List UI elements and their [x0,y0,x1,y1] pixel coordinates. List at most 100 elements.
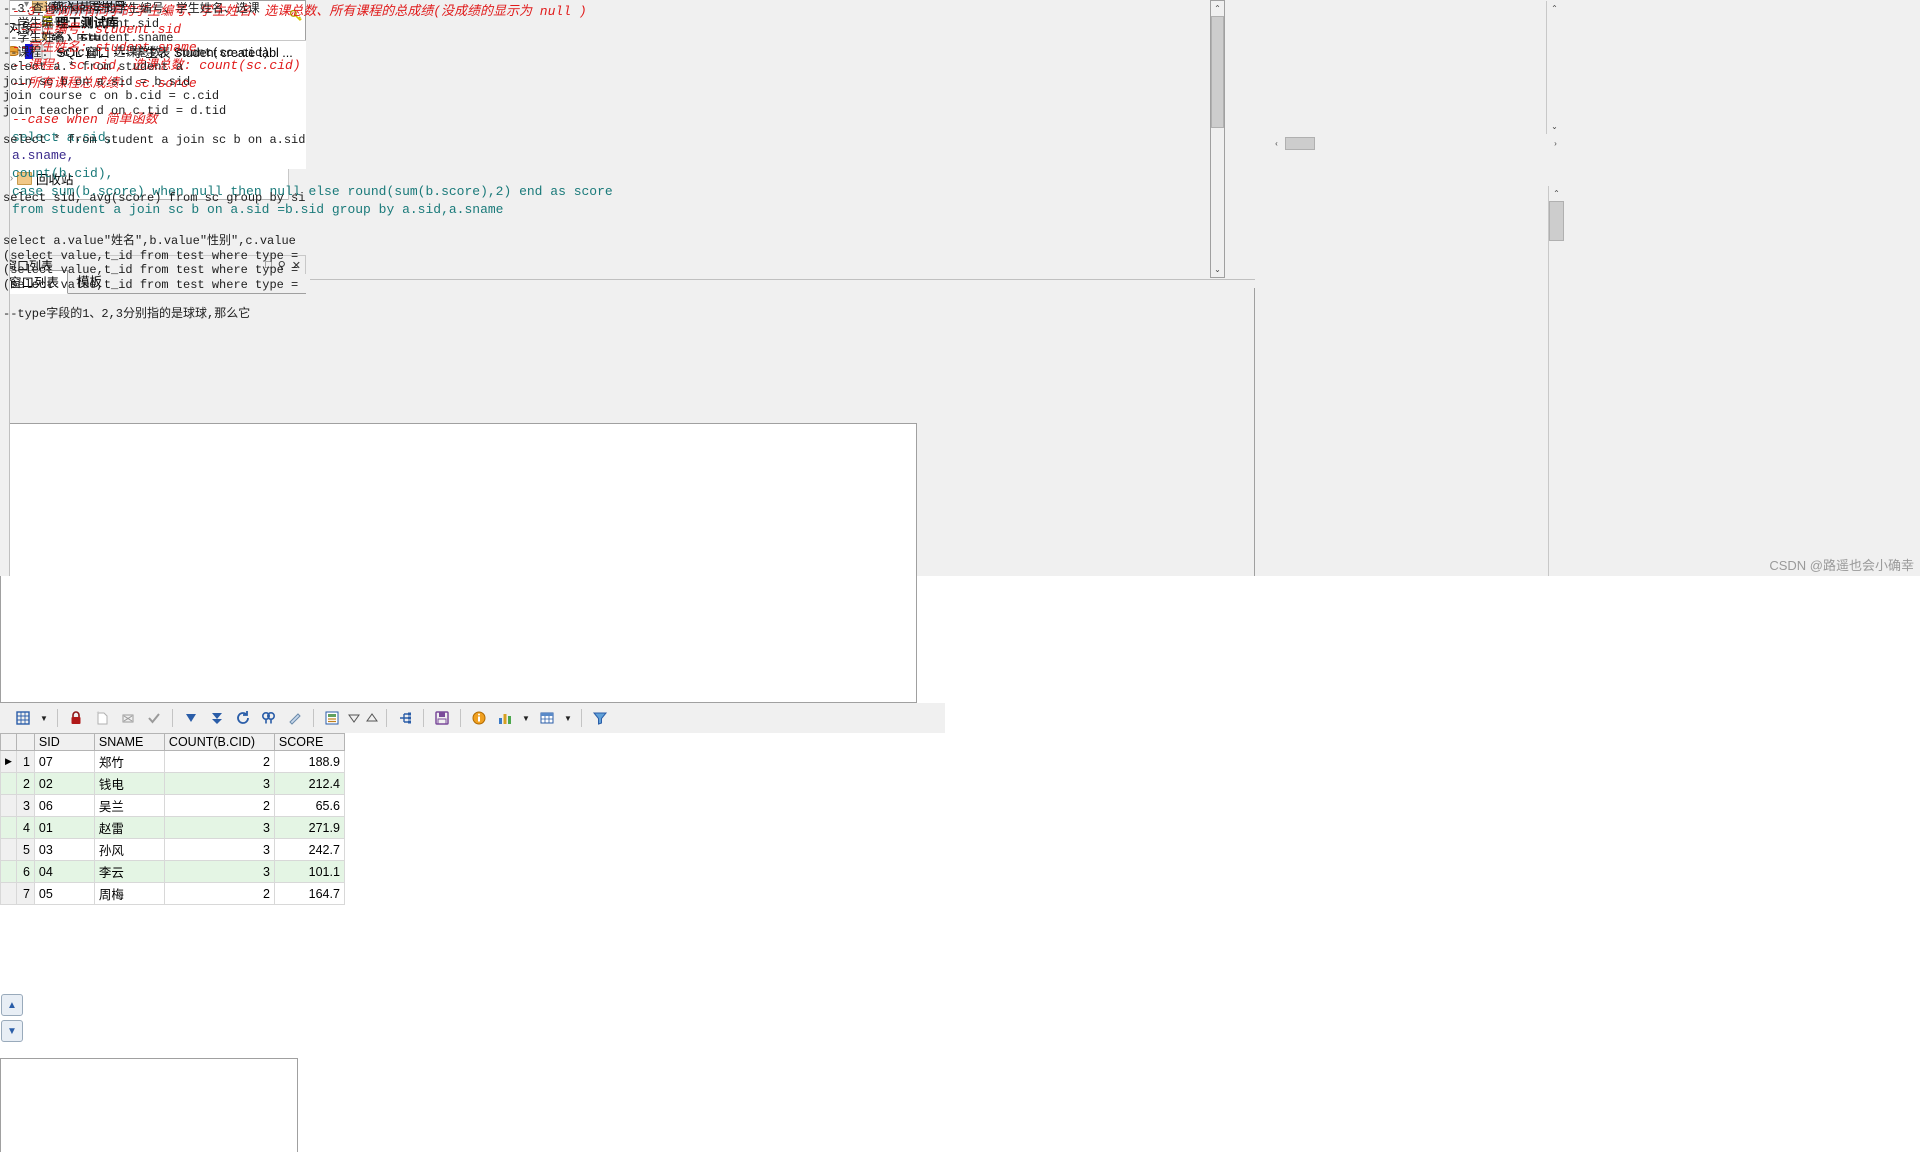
history-line: select * from student a join sc b on a.s… [3,132,306,147]
table-row[interactable]: ▶ 1 07 郑竹 2 188.9 [0,750,345,773]
cell-sid[interactable]: 07 [33,750,95,773]
table-row[interactable]: 5 03 孙风 3 242.7 [0,838,345,861]
document-preview-panel[interactable] [0,1058,298,1152]
results-table-body[interactable]: ▶ 1 07 郑竹 2 188.9 2 02 钱电 3 212.4 3 06 吴… [0,750,345,905]
cell-sid[interactable]: 01 [33,816,95,839]
row-marker [0,816,17,839]
grid-view-icon[interactable] [10,705,36,731]
dropdown-arrow-icon[interactable]: ▼ [36,705,52,731]
down-arrow-icon[interactable]: ▼ [1,1020,23,1042]
cell-score[interactable]: 188.9 [273,750,345,773]
scrollbar-thumb[interactable] [1549,201,1564,241]
cell-sid[interactable]: 02 [33,772,95,795]
chart-dropdown-icon[interactable]: ▼ [518,705,534,731]
cell-sid[interactable]: 04 [33,860,95,883]
save-icon[interactable] [429,705,455,731]
table-row[interactable]: 4 01 赵雷 3 271.9 [0,816,345,839]
cell-count[interactable]: 2 [163,750,275,773]
cell-score[interactable]: 164.7 [273,882,345,905]
column-header-sid[interactable]: SID [33,733,95,751]
up-arrow-icon[interactable]: ▲ [1,994,23,1016]
history-vertical-scrollbar[interactable]: ⌃ [1548,186,1564,576]
cell-sname[interactable]: 李云 [93,860,165,883]
row-number-header [15,733,35,751]
row-marker [0,772,17,795]
history-line: (select value,t_id from test where type … [3,277,299,292]
cell-sname[interactable]: 郑竹 [93,750,165,773]
toolbar-separator [57,709,58,727]
cell-count[interactable]: 3 [163,860,275,883]
history-line: select a.* from student a [3,60,184,74]
commit-check-icon[interactable] [141,705,167,731]
toolbar-separator [460,709,461,727]
history-line: --学生编号: student.sid [3,16,160,31]
cell-count[interactable]: 2 [163,794,275,817]
table-icon[interactable] [534,705,560,731]
cell-score[interactable]: 101.1 [273,860,345,883]
column-header-score[interactable]: SCORE [273,733,345,751]
sort-asc-icon[interactable] [363,705,381,731]
cell-sname[interactable]: 赵雷 [93,816,165,839]
toolbar-separator [313,709,314,727]
clear-icon[interactable] [282,705,308,731]
cell-score[interactable]: 242.7 [273,838,345,861]
history-line: select sid, avg(score) from sc group by … [3,190,306,205]
history-line: (select value,t_id from test where type … [3,248,299,263]
cell-sid[interactable]: 03 [33,838,95,861]
export-icon[interactable] [319,705,345,731]
cell-score[interactable]: 65.6 [273,794,345,817]
info-icon[interactable] [466,705,492,731]
find-icon[interactable] [256,705,282,731]
column-header-count[interactable]: COUNT(B.CID) [163,733,275,751]
results-table[interactable]: SID SNAME COUNT(B.CID) SCORE ▶ 1 07 郑竹 2… [0,733,345,905]
cell-sname[interactable]: 吴兰 [93,794,165,817]
toolbar-separator [172,709,173,727]
cell-sname[interactable]: 钱电 [93,772,165,795]
tree-view-icon[interactable] [392,705,418,731]
next-page-icon[interactable] [178,705,204,731]
results-toolbar: ▼ ▼ ▼ [0,703,945,733]
row-number: 2 [15,772,35,795]
sql-history-code[interactable]: --3.查询所有同学的学生编号、学生姓名、选课 --学生编号: student.… [3,2,1904,576]
table-row[interactable]: 3 06 吴兰 2 65.6 [0,794,345,817]
insert-row-icon[interactable] [89,705,115,731]
refresh-icon[interactable] [230,705,256,731]
row-number: 6 [15,860,35,883]
history-line: --课程: sc.cid, 选课总数: count(sc.cid) [3,45,270,60]
history-line: join teacher d on c.tid = d.tid [3,103,227,118]
cell-score[interactable]: 271.9 [273,816,345,839]
row-marker [0,882,17,905]
chart-icon[interactable] [492,705,518,731]
row-number: 4 [15,816,35,839]
delete-row-icon[interactable] [115,705,141,731]
table-dropdown-icon[interactable]: ▼ [560,705,576,731]
table-row[interactable]: 7 05 周梅 2 164.7 [0,882,345,905]
history-line: --type字段的1、2,3分别指的是球球,那么它 [3,306,251,321]
row-marker-header [0,733,17,751]
navigation-buttons: ▲ ▼ [0,994,24,1058]
cell-count[interactable]: 2 [163,882,275,905]
lock-icon[interactable] [63,705,89,731]
history-line: join sc b on a.sid = b.sid [3,74,191,89]
table-row[interactable]: 2 02 钱电 3 212.4 [0,772,345,795]
sort-desc-icon[interactable] [345,705,363,731]
toolbar-separator [423,709,424,727]
cell-count[interactable]: 3 [163,772,275,795]
cell-count[interactable]: 3 [163,838,275,861]
cell-count[interactable]: 3 [163,816,275,839]
cell-sname[interactable]: 孙风 [93,838,165,861]
results-grid[interactable]: SID SNAME COUNT(B.CID) SCORE ▶ 1 07 郑竹 2… [0,733,945,990]
cell-sid[interactable]: 06 [33,794,95,817]
history-line: --学生姓名: student.sname [3,31,174,45]
filter-icon[interactable] [587,705,613,731]
table-row[interactable]: 6 04 李云 3 101.1 [0,860,345,883]
column-header-sname[interactable]: SNAME [93,733,165,751]
row-number: 1 [15,750,35,773]
last-page-icon[interactable] [204,705,230,731]
cell-sid[interactable]: 05 [33,882,95,905]
history-line: join course c on b.cid = c.cid [3,89,220,103]
row-number: 7 [15,882,35,905]
cell-score[interactable]: 212.4 [273,772,345,795]
cell-sname[interactable]: 周梅 [93,882,165,905]
scroll-up-icon[interactable]: ⌃ [1549,186,1564,201]
